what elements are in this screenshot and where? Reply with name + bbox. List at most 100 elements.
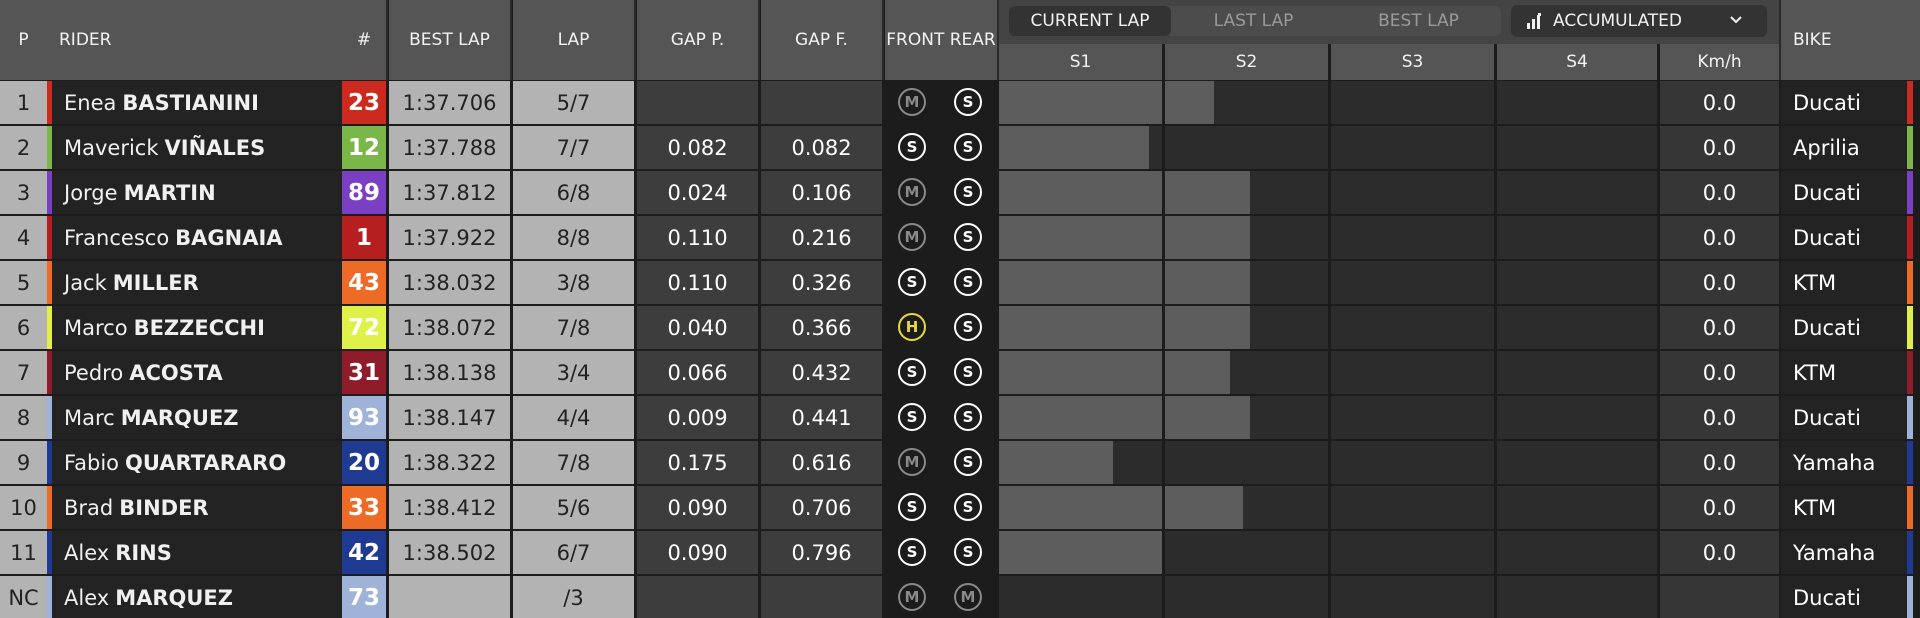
bike-cell: Yamaha	[1781, 531, 1907, 574]
tab-current-lap[interactable]: CURRENT LAP	[1009, 6, 1171, 36]
col-gap-f-header[interactable]: GAP F.	[761, 0, 882, 80]
rider-name[interactable]: Fabio QUARTARARO	[52, 441, 342, 484]
col-gap-p-header[interactable]: GAP P.	[637, 0, 758, 80]
sector-progress-bar	[999, 261, 1162, 304]
gap-previous-cell: 0.024	[637, 171, 758, 214]
position-cell: 6	[0, 306, 47, 349]
rider-last-name: QUARTARARO	[125, 450, 287, 475]
speed-cell: 0.0	[1660, 261, 1779, 304]
col-kmh-header[interactable]: Km/h	[1660, 44, 1779, 80]
table-row[interactable]: 6 Marco BEZZECCHI 72 1:38.072 7/8 0.040 0.366 H S…	[0, 306, 1920, 351]
table-row[interactable]: 7 Pedro ACOSTA 31 1:38.138 3/4 0.066 0.432 S S 0.0…	[0, 351, 1920, 396]
position-cell: NC	[0, 576, 47, 618]
col-position-header[interactable]: P	[0, 0, 47, 80]
rider-name[interactable]: Francesco BAGNAIA	[52, 216, 342, 259]
table-row[interactable]: 10 Brad BINDER 33 1:38.412 5/6 0.090 0.706 S S 0.0…	[0, 486, 1920, 531]
best-lap-cell: 1:38.032	[389, 261, 510, 304]
col-s1-header[interactable]: S1	[999, 44, 1162, 80]
table-row[interactable]: 4 Francesco BAGNAIA 1 1:37.922 8/8 0.110 0.216 M…	[0, 216, 1920, 261]
bike-cell: Ducati	[1781, 396, 1907, 439]
rider-name[interactable]: Jorge MARTIN	[52, 171, 342, 214]
team-color-stripe-right	[1907, 396, 1913, 439]
col-bike-header[interactable]: BIKE	[1781, 0, 1920, 80]
team-color-stripe-right	[1907, 306, 1913, 349]
position-cell: 9	[0, 441, 47, 484]
col-rider-header[interactable]: RIDER	[47, 0, 342, 80]
front-tyre-icon: M	[898, 88, 926, 116]
sector-progress-bar	[1165, 396, 1250, 439]
sector-progress-bar	[999, 81, 1162, 124]
team-color-stripe-right	[1907, 216, 1913, 259]
gap-first-cell: 0.216	[761, 216, 882, 259]
sector-2-cell	[1165, 351, 1328, 394]
rear-tyre-icon: S	[954, 358, 982, 386]
col-lap-header[interactable]: LAP	[513, 0, 634, 80]
lap-count-cell: 7/7	[513, 126, 634, 169]
best-lap-cell: 1:38.072	[389, 306, 510, 349]
rider-name[interactable]: Brad BINDER	[52, 486, 342, 529]
table-row[interactable]: 11 Alex RINS 42 1:38.502 6/7 0.090 0.796 S S 0.0 Ya…	[0, 531, 1920, 576]
table-row[interactable]: 2 Maverick VIÑALES 12 1:37.788 7/7 0.082 0.082 S…	[0, 126, 1920, 171]
best-lap-cell: 1:38.322	[389, 441, 510, 484]
position-cell: 11	[0, 531, 47, 574]
sector-3-cell	[1331, 261, 1494, 304]
sector-progress-bar	[999, 351, 1162, 394]
sector-3-cell	[1331, 126, 1494, 169]
col-number-header[interactable]: #	[342, 0, 386, 80]
tyre-compounds: HS	[885, 306, 997, 349]
tyre-compounds: MM	[885, 576, 997, 618]
sector-1-cell	[999, 306, 1162, 349]
col-best-lap-header[interactable]: BEST LAP	[389, 0, 510, 80]
sector-3-cell	[1331, 306, 1494, 349]
tab-best-lap[interactable]: BEST LAP	[1336, 6, 1501, 36]
rider-last-name: BASTIANINI	[122, 90, 259, 115]
table-row[interactable]: 5 Jack MILLER 43 1:38.032 3/8 0.110 0.326 S S 0.0 K…	[0, 261, 1920, 306]
table-row[interactable]: 1 Enea BASTIANINI 23 1:37.706 5/7 M S 0.0 Ducati	[0, 81, 1920, 126]
rider-name[interactable]: Pedro ACOSTA	[52, 351, 342, 394]
rider-name[interactable]: Enea BASTIANINI	[52, 81, 342, 124]
rider-first-name: Alex	[64, 585, 110, 610]
sector-1-cell	[999, 576, 1162, 618]
rider-last-name: MARQUEZ	[115, 585, 233, 610]
table-row[interactable]: 8 Marc MARQUEZ 93 1:38.147 4/4 0.009 0.441 S S 0.0…	[0, 396, 1920, 441]
rider-last-name: ACOSTA	[129, 360, 223, 385]
rider-name[interactable]: Marc MARQUEZ	[52, 396, 342, 439]
rear-tyre-icon: S	[954, 178, 982, 206]
rider-number-badge: 20	[342, 441, 386, 484]
rider-number-badge: 72	[342, 306, 386, 349]
col-s4-header[interactable]: S4	[1497, 44, 1657, 80]
sector-progress-bar	[999, 486, 1162, 529]
front-tyre-icon: S	[898, 358, 926, 386]
tyre-compounds: SS	[885, 261, 997, 304]
sector-progress-bar	[999, 216, 1162, 259]
rear-tyre-icon: S	[954, 448, 982, 476]
rider-number-badge: 42	[342, 531, 386, 574]
gap-previous-cell: 0.009	[637, 396, 758, 439]
rider-name[interactable]: Alex MARQUEZ	[52, 576, 342, 618]
col-s3-header[interactable]: S3	[1331, 44, 1494, 80]
best-lap-cell: 1:37.812	[389, 171, 510, 214]
rider-last-name: MARQUEZ	[120, 405, 239, 430]
sector-1-cell	[999, 81, 1162, 124]
sector-3-cell	[1331, 486, 1494, 529]
rider-name[interactable]: Maverick VIÑALES	[52, 126, 342, 169]
table-row[interactable]: 3 Jorge MARTIN 89 1:37.812 6/8 0.024 0.106 M S 0.0…	[0, 171, 1920, 216]
rider-first-name: Fabio	[64, 450, 120, 475]
col-s2-header[interactable]: S2	[1165, 44, 1328, 80]
front-tyre-icon: S	[898, 538, 926, 566]
best-lap-cell: 1:37.922	[389, 216, 510, 259]
rider-name[interactable]: Marco BEZZECCHI	[52, 306, 342, 349]
tab-last-lap[interactable]: LAST LAP	[1171, 6, 1336, 36]
gap-first-cell	[761, 576, 882, 618]
rider-name[interactable]: Jack MILLER	[52, 261, 342, 304]
position-cell: 1	[0, 81, 47, 124]
table-row[interactable]: 9 Fabio QUARTARARO 20 1:38.322 7/8 0.175 0.616 M…	[0, 441, 1920, 486]
lap-count-cell: 7/8	[513, 441, 634, 484]
table-row[interactable]: NC Alex MARQUEZ 73/3 M M Ducati	[0, 576, 1920, 618]
front-tyre-icon: M	[898, 583, 926, 611]
bike-cell: Ducati	[1781, 81, 1907, 124]
rider-name[interactable]: Alex RINS	[52, 531, 342, 574]
accumulated-select[interactable]: ACCUMULATED	[1511, 5, 1767, 37]
rider-last-name: BEZZECCHI	[133, 315, 265, 340]
rider-number-badge: 73	[342, 576, 386, 618]
